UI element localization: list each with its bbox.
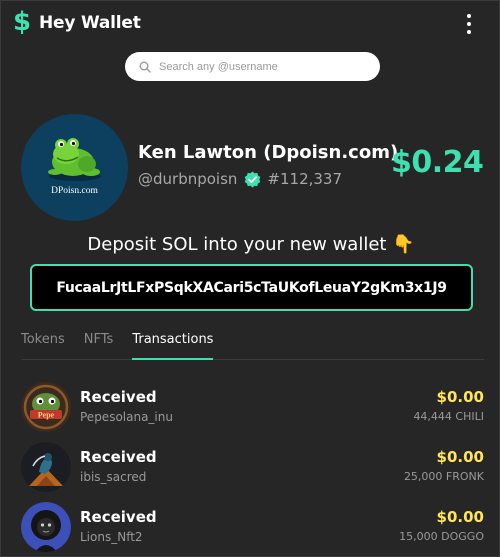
verified-check-icon xyxy=(245,171,261,187)
transaction-token: 25,000 FRONK xyxy=(403,470,484,483)
transaction-amount: $0.00 xyxy=(436,508,484,526)
transaction-user: Lions_Nft2 xyxy=(80,530,143,544)
profile-number: #112,337 xyxy=(267,170,343,188)
lion-avatar-icon xyxy=(21,502,71,552)
ibis-avatar-icon xyxy=(21,442,71,492)
app-header: $ Hey Wallet xyxy=(1,1,500,45)
profile-handle-row: @durbnpoisn #112,337 xyxy=(138,169,342,189)
wallet-address-box[interactable]: FucaaLrJtLFxPSqkXACari5cTaUKofLeuaY2gKm3… xyxy=(30,264,473,311)
frog-icon xyxy=(48,138,101,181)
avatar-caption: DPoisn.com xyxy=(51,186,98,196)
app-title: Hey Wallet xyxy=(39,13,141,33)
transaction-amount: $0.00 xyxy=(436,388,484,406)
deposit-instruction: Deposit SOL into your new wallet 👇 xyxy=(87,234,415,255)
pepe-avatar-icon: Pepe xyxy=(21,382,71,432)
tab-bar: Tokens NFTs Transactions xyxy=(21,332,484,360)
transaction-row[interactable]: Received Lions_Nft2 $0.00 15,000 DOGGO xyxy=(21,502,484,554)
transaction-user: ibis_sacred xyxy=(80,470,147,484)
transaction-amount: $0.00 xyxy=(436,448,484,466)
transaction-token: 44,444 CHILI xyxy=(413,410,484,423)
tab-tokens[interactable]: Tokens xyxy=(21,332,65,360)
search-bar[interactable] xyxy=(125,52,380,81)
transaction-type: Received xyxy=(80,508,157,526)
wallet-address[interactable]: FucaaLrJtLFxPSqkXACari5cTaUKofLeuaY2gKm3… xyxy=(56,280,447,296)
transaction-user: Pepesolana_inu xyxy=(80,410,173,424)
profile-name: Ken Lawton (Dpoisn.com) xyxy=(138,142,399,163)
transaction-type: Received xyxy=(80,448,157,466)
profile-avatar: DPoisn.com xyxy=(21,114,128,221)
tab-transactions[interactable]: Transactions xyxy=(132,332,214,360)
profile-handle[interactable]: @durbnpoisn xyxy=(138,170,237,188)
transaction-type: Received xyxy=(80,388,157,406)
svg-text:Pepe: Pepe xyxy=(38,411,55,420)
tab-nfts[interactable]: NFTs xyxy=(84,332,114,360)
dollar-logo-icon: $ xyxy=(13,7,32,37)
transaction-row[interactable]: Received ibis_sacred $0.00 25,000 FRONK xyxy=(21,442,484,494)
more-options-icon[interactable] xyxy=(459,13,479,35)
transaction-token: 15,000 DOGGO xyxy=(399,530,484,543)
transaction-row[interactable]: Pepe Received Pepesolana_inu $0.00 44,44… xyxy=(21,382,484,434)
wallet-balance: $0.24 xyxy=(391,145,484,180)
search-input[interactable] xyxy=(159,60,359,73)
search-icon xyxy=(139,61,151,73)
